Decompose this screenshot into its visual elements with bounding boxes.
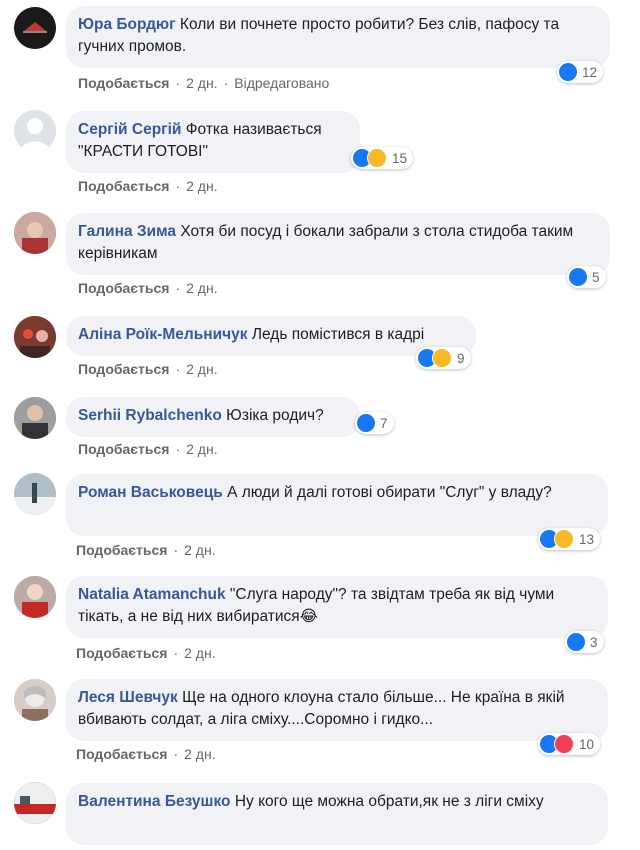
like-icon xyxy=(559,63,577,81)
sad-icon xyxy=(554,529,574,549)
comment-bubble: Natalia Atamanchuk "Слуга народу"? та зв… xyxy=(66,576,608,638)
reaction-summary[interactable]: 5 xyxy=(567,266,606,288)
avatar[interactable] xyxy=(14,782,56,824)
avatar-photo-icon xyxy=(14,473,56,515)
like-button[interactable]: Подобається xyxy=(78,441,169,457)
comment-actions: Подобається · 2 дн. xyxy=(76,542,216,558)
comment-bubble: Леся Шевчук Ще на одного клоуна стало бі… xyxy=(66,679,608,741)
reaction-summary[interactable]: 13 xyxy=(538,528,601,550)
avatar-photo-icon xyxy=(14,782,56,824)
comment-bubble: Роман Васьковець А люди й далі готові об… xyxy=(66,474,608,536)
avatar[interactable] xyxy=(14,110,56,152)
default-avatar-icon xyxy=(14,110,56,152)
like-icon xyxy=(569,268,587,286)
reaction-summary[interactable]: 9 xyxy=(416,347,471,369)
comment-actions: Подобається · 2 дн. xyxy=(78,361,218,377)
comment-author[interactable]: Роман Васьковець xyxy=(78,484,223,501)
avatar[interactable] xyxy=(14,212,56,254)
timestamp[interactable]: 2 дн. xyxy=(184,746,215,762)
avatar[interactable] xyxy=(14,473,56,515)
comment-author[interactable]: Галина Зима xyxy=(78,223,176,240)
avatar-photo-icon xyxy=(14,397,56,439)
comment-text: Юзіка родич? xyxy=(226,407,324,424)
timestamp[interactable]: 2 дн. xyxy=(186,280,217,296)
comment-author[interactable]: Аліна Роїк-Мельничук xyxy=(78,326,248,343)
reaction-count: 10 xyxy=(579,736,595,752)
reaction-count: 13 xyxy=(579,531,595,547)
comment-actions: Подобається · 2 дн. xyxy=(78,178,218,194)
reaction-summary[interactable]: 10 xyxy=(538,733,601,755)
like-button[interactable]: Подобається xyxy=(76,645,167,661)
edited-label[interactable]: Відредаговано xyxy=(234,75,329,91)
haha-icon xyxy=(367,148,387,168)
avatar-photo-icon xyxy=(14,576,56,618)
avatar[interactable] xyxy=(14,576,56,618)
comment-text: Ну кого ще можна обрати,як не з ліги смі… xyxy=(234,793,544,810)
comment-bubble: Юра Бордюг Коли ви почнете просто робити… xyxy=(66,6,610,68)
avatar-logo-icon xyxy=(14,7,56,49)
comment-bubble: Serhii Rybalchenko Юзіка родич? xyxy=(66,397,360,437)
like-icon xyxy=(567,633,585,651)
comment-author[interactable]: Юра Бордюг xyxy=(78,16,176,33)
avatar[interactable] xyxy=(14,397,56,439)
reaction-summary[interactable]: 3 xyxy=(565,631,604,653)
timestamp[interactable]: 2 дн. xyxy=(186,75,217,91)
comment-bubble: Сергій Сергій Фотка називається "КРАСТИ … xyxy=(66,111,360,173)
reaction-summary[interactable]: 15 xyxy=(351,147,414,169)
comment-actions: Подобається · 2 дн. xyxy=(78,441,218,457)
avatar-photo-icon xyxy=(14,679,56,721)
like-icon xyxy=(357,414,375,432)
avatar-photo-icon xyxy=(14,212,56,254)
like-button[interactable]: Подобається xyxy=(76,542,167,558)
reaction-summary[interactable]: 7 xyxy=(355,412,394,434)
comment-text: А люди й далі готові обирати "Слуг" у вл… xyxy=(227,484,552,501)
timestamp[interactable]: 2 дн. xyxy=(186,441,217,457)
reaction-count: 7 xyxy=(380,415,388,431)
like-button[interactable]: Подобається xyxy=(78,75,169,91)
comment-author[interactable]: Сергій Сергій xyxy=(78,121,181,138)
avatar-photo-icon xyxy=(14,316,56,358)
like-button[interactable]: Подобається xyxy=(78,280,169,296)
timestamp[interactable]: 2 дн. xyxy=(184,542,215,558)
like-button[interactable]: Подобається xyxy=(76,746,167,762)
reaction-count: 3 xyxy=(590,634,598,650)
timestamp[interactable]: 2 дн. xyxy=(184,645,215,661)
comment-author[interactable]: Валентина Безушко xyxy=(78,793,231,810)
like-button[interactable]: Подобається xyxy=(78,178,169,194)
comment-bubble: Аліна Роїк-Мельничук Ледь помістився в к… xyxy=(66,316,476,356)
comment-actions: Подобається · 2 дн. xyxy=(76,746,216,762)
avatar[interactable] xyxy=(14,7,56,49)
comment-text: Ледь помістився в кадрі xyxy=(251,326,425,343)
reaction-count: 9 xyxy=(457,350,465,366)
love-icon xyxy=(554,734,574,754)
comment-bubble: Валентина Безушко Ну кого ще можна обрат… xyxy=(66,783,608,845)
comment-author[interactable]: Natalia Atamanchuk xyxy=(78,586,226,603)
comment-author[interactable]: Леся Шевчук xyxy=(78,689,178,706)
comment-actions: Подобається · 2 дн. xyxy=(76,645,216,661)
reaction-count: 12 xyxy=(582,64,598,80)
comment-actions: Подобається · 2 дн. xyxy=(78,280,218,296)
reaction-count: 15 xyxy=(392,150,408,166)
comment-bubble: Галина Зима Хотя би посуд і бокали забра… xyxy=(66,213,610,275)
avatar[interactable] xyxy=(14,316,56,358)
timestamp[interactable]: 2 дн. xyxy=(186,361,217,377)
reaction-count: 5 xyxy=(592,269,600,285)
timestamp[interactable]: 2 дн. xyxy=(186,178,217,194)
haha-icon xyxy=(432,348,452,368)
comment-author[interactable]: Serhii Rybalchenko xyxy=(78,407,222,424)
avatar[interactable] xyxy=(14,679,56,721)
like-button[interactable]: Подобається xyxy=(78,361,169,377)
reaction-summary[interactable]: 12 xyxy=(557,61,604,83)
comment-actions: Подобається · 2 дн. · Відредаговано xyxy=(78,75,330,91)
